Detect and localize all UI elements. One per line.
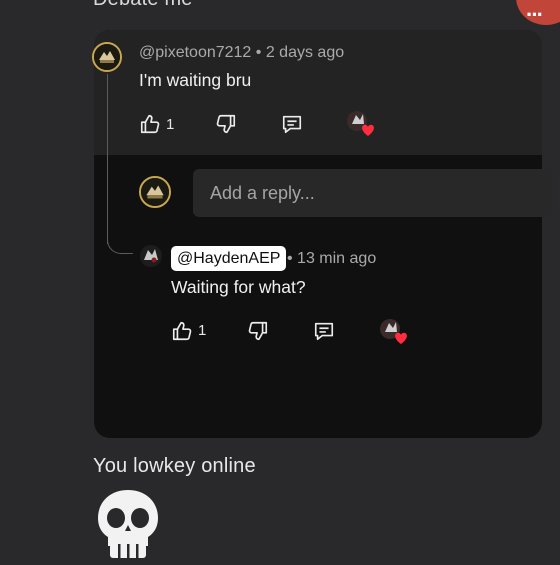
- parent-comment-meta: @pixetoon7212 • 2 days ago: [139, 44, 344, 62]
- reply-author-badge[interactable]: @HaydenAEP: [171, 246, 287, 271]
- creator-heart-icon[interactable]: [379, 318, 409, 346]
- previous-commenter-avatar[interactable]: ···: [516, 0, 560, 25]
- creator-heart-icon[interactable]: [346, 110, 376, 138]
- reply-input-placeholder: Add a reply...: [210, 183, 315, 203]
- reply-commenter-avatar[interactable]: [139, 244, 163, 268]
- thumbs-up-icon[interactable]: [139, 113, 161, 135]
- reply-comment-time[interactable]: 13 min ago: [297, 250, 376, 267]
- parent-comment-author[interactable]: @pixetoon7212: [139, 44, 251, 61]
- previous-comment-text: Debate me: [93, 0, 193, 11]
- reply-comment-text: Waiting for what?: [171, 277, 306, 297]
- thread-connector-line: [107, 74, 108, 244]
- meta-separator: •: [255, 44, 266, 61]
- parent-like-count: 1: [166, 116, 175, 133]
- current-user-avatar: [139, 176, 171, 208]
- next-comment-text: You lowkey online: [93, 455, 256, 477]
- reply-comment-time-wrap: • 13 min ago: [287, 250, 376, 268]
- parent-commenter-avatar[interactable]: [92, 42, 122, 72]
- thumbs-down-icon[interactable]: [247, 320, 269, 342]
- reply-thread-card: [94, 30, 542, 438]
- reply-like-count: 1: [198, 322, 207, 339]
- reply-comment-icon[interactable]: [313, 320, 335, 342]
- skull-emoji: 💀: [96, 488, 160, 560]
- thumbs-down-icon[interactable]: [215, 113, 237, 135]
- meta-separator: •: [287, 250, 298, 267]
- reply-comment-icon[interactable]: [281, 113, 303, 135]
- parent-comment-text: I'm waiting bru: [139, 70, 252, 90]
- parent-comment-time[interactable]: 2 days ago: [266, 44, 344, 61]
- thumbs-up-icon[interactable]: [171, 320, 193, 342]
